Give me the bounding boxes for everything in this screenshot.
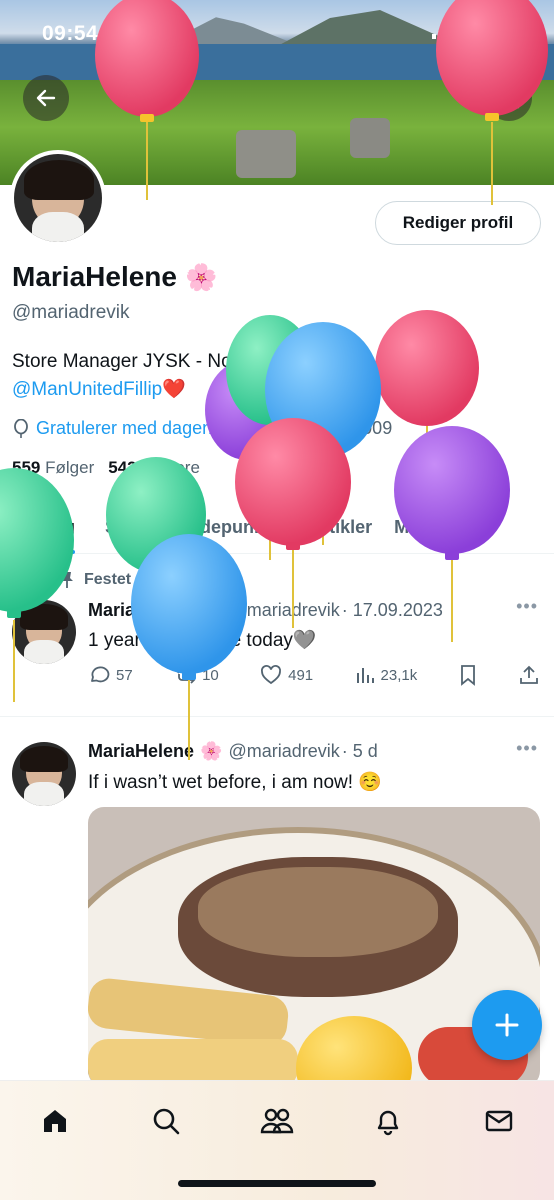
- profile-tabs: Innlegg Svar Høydepunkter Artikler Medie…: [0, 500, 554, 554]
- post-text: 1 year cancer free today🩶: [88, 630, 317, 651]
- post-author-emoji: 🌸: [200, 600, 223, 620]
- heart-icon: [261, 665, 282, 685]
- status-icons: [432, 24, 528, 40]
- bookmark-icon: [460, 665, 475, 686]
- follow-stats: 559 Følger 542 Følgere: [12, 458, 200, 478]
- views-icon: [356, 668, 374, 683]
- cellular-signal-icon: [432, 25, 454, 39]
- profile-handle: @mariadrevik: [12, 302, 130, 323]
- tab-highlights[interactable]: Høydepunkter: [155, 500, 298, 554]
- post-text: If i wasn’t wet before, i am now! ☺️: [88, 772, 382, 793]
- post-author-name[interactable]: MariaHelene: [88, 741, 194, 762]
- arrow-left-icon: [36, 89, 56, 107]
- nav-communities[interactable]: [252, 1101, 302, 1141]
- birthday-row: Gratulerer med dagen! Ble med i april 20…: [12, 418, 392, 439]
- share-icon: [520, 665, 538, 684]
- balloon-icon: [14, 418, 28, 438]
- repost-count: 10: [202, 666, 219, 684]
- repost-button[interactable]: 10: [174, 664, 219, 686]
- post-author-emoji: 🌸: [200, 741, 223, 761]
- bio-mention-link[interactable]: @ManUnitedFillip: [12, 379, 162, 400]
- compose-button[interactable]: [472, 990, 542, 1060]
- messages-icon: [485, 1110, 512, 1132]
- battery-icon: [496, 24, 528, 40]
- back-button[interactable]: [23, 75, 69, 121]
- views-count: 23,1k: [380, 666, 418, 684]
- post-actions: 57 10 491 23,1k: [88, 664, 540, 686]
- share-button[interactable]: [518, 664, 540, 686]
- banner-rock: [236, 130, 296, 178]
- birthday-link[interactable]: Gratulerer med dagen!: [36, 418, 217, 439]
- nav-home[interactable]: [30, 1101, 80, 1141]
- following-label: Følger: [45, 458, 95, 477]
- profile-bio: Store Manager JYSK - Norway 🇳🇴⚽️ @ManUni…: [12, 348, 532, 404]
- nav-messages[interactable]: [474, 1101, 524, 1141]
- tab-posts[interactable]: Innlegg: [0, 500, 86, 554]
- joined-date: Ble med i april 2009: [233, 418, 393, 438]
- post-author-handle: @mariadrevik: [228, 741, 340, 761]
- profile-name-text: MariaHelene: [12, 261, 177, 292]
- post-avatar[interactable]: [12, 742, 76, 806]
- post-author-handle: @mariadrevik: [228, 600, 340, 620]
- bio-line: Store Manager JYSK - Norway 🇳🇴⚽️: [12, 351, 325, 372]
- post-divider: [0, 716, 554, 717]
- followers-count: 542: [108, 458, 137, 477]
- post-date[interactable]: · 17.09.2023: [342, 600, 443, 621]
- post-author-name[interactable]: MariaHelene: [88, 600, 194, 621]
- profile-avatar[interactable]: [10, 150, 106, 246]
- bookmark-button[interactable]: [459, 664, 477, 686]
- plus-icon: [495, 1013, 519, 1037]
- tab-articles[interactable]: Artikler: [298, 500, 383, 554]
- profile-name-emoji: 🌸: [184, 261, 218, 292]
- views-button[interactable]: 23,1k: [355, 665, 418, 685]
- post-more-button[interactable]: •••: [516, 596, 538, 617]
- wifi-icon: [464, 24, 486, 39]
- bio-heart: ❤️: [162, 379, 186, 400]
- home-indicator: [178, 1180, 376, 1187]
- post-more-button[interactable]: •••: [516, 738, 538, 759]
- profile-name: MariaHelene 🌸: [12, 261, 217, 293]
- nav-notifications[interactable]: [363, 1101, 413, 1141]
- pin-icon: [61, 572, 73, 588]
- search-button[interactable]: [486, 75, 532, 121]
- tab-replies[interactable]: Svar: [94, 500, 155, 554]
- followers-label: Følgere: [141, 458, 200, 477]
- reply-count: 57: [116, 666, 133, 684]
- following-stat[interactable]: 559 Følger: [12, 458, 94, 478]
- like-count: 491: [288, 666, 314, 684]
- home-icon: [44, 1110, 67, 1132]
- followers-stat[interactable]: 542 Følgere: [108, 458, 200, 478]
- reply-button[interactable]: 57: [88, 664, 133, 686]
- status-bar: 09:54: [0, 0, 554, 64]
- post-date[interactable]: · 5 d: [342, 741, 378, 762]
- repost-icon: [174, 666, 196, 684]
- food-sauce: [198, 867, 438, 957]
- post-header: MariaHelene 🌸 @mariadrevik · 17.09.2023: [88, 600, 443, 621]
- bio-line-2: @ManUnitedFillip❤️: [12, 376, 532, 404]
- like-button[interactable]: 491: [260, 664, 313, 686]
- pinned-label: Festet: [60, 571, 131, 589]
- banner-rock: [350, 118, 390, 158]
- communities-icon: [260, 1108, 294, 1134]
- tab-media[interactable]: Medier: [383, 500, 463, 554]
- search-icon: [499, 88, 520, 109]
- post-header: MariaHelene 🌸 @mariadrevik · 5 d: [88, 741, 378, 762]
- avatar: [14, 154, 102, 242]
- post-media-image[interactable]: [88, 807, 540, 1087]
- reply-icon: [91, 666, 110, 683]
- status-time: 09:54: [42, 22, 99, 45]
- pinned-text: Festet: [84, 571, 132, 588]
- following-count: 559: [12, 458, 41, 477]
- post-avatar[interactable]: [12, 600, 76, 664]
- search-icon: [153, 1108, 180, 1135]
- nav-search[interactable]: [141, 1101, 191, 1141]
- edit-profile-button[interactable]: Rediger profil: [375, 201, 541, 245]
- notifications-icon: [377, 1110, 398, 1136]
